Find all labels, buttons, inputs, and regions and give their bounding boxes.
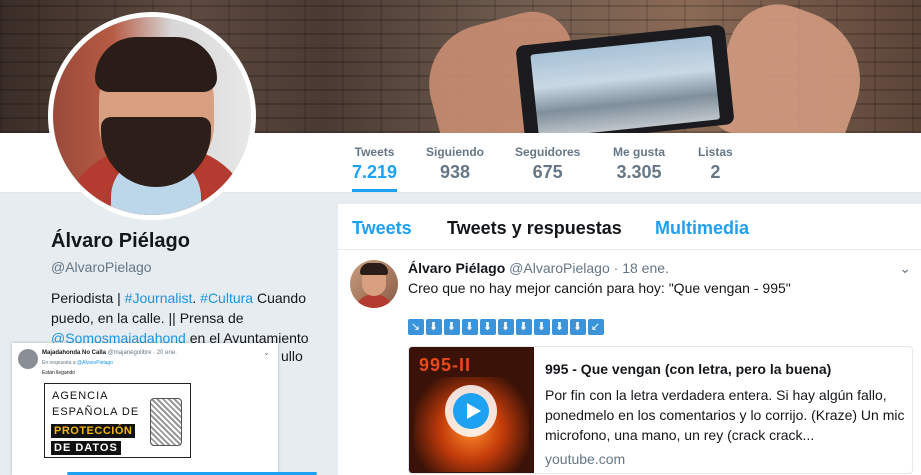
tweet-header: Álvaro Piélago @AlvaroPielago · 18 ene.	[408, 260, 669, 276]
arrow-down-icon: ⬇	[426, 319, 442, 335]
nav-likes-count: 3.305	[616, 162, 662, 182]
overlay-reply-prefix: En respuesta a	[42, 360, 78, 366]
avatar-hair	[95, 37, 217, 92]
card-domain: youtube.com	[545, 451, 626, 467]
overlay-image-line: ESPAÑOLA DE	[52, 406, 140, 418]
nav-lists-label: Listas	[698, 145, 733, 159]
arrow-down-icon: ⬇	[462, 319, 478, 335]
play-button-circle	[453, 393, 489, 429]
arrow-down-icon: ⬇	[570, 319, 586, 335]
arrow-down-icon: ⬇	[444, 319, 460, 335]
nav-following-count: 938	[439, 162, 471, 182]
arrow-down-icon: ⬇	[498, 319, 514, 335]
timeline-tabs: Tweets Tweets y respuestas Multimedia	[338, 204, 921, 250]
nav-lists[interactable]: Listas 2	[698, 145, 733, 183]
overlay-header: Majadahonda No Calla @majanegolibre · 20…	[42, 350, 177, 356]
arrow-down-icon: ⬇	[534, 319, 550, 335]
card-title[interactable]: 995 - Que vengan (con letra, pero la bue…	[545, 361, 831, 377]
overlay-image-line: PROTECCIÓN	[51, 424, 136, 438]
card-thumbnail[interactable]: 995-II	[409, 347, 534, 473]
overlay-image-line: DE DATOS	[51, 441, 121, 455]
tweet-author-name[interactable]: Álvaro Piélago	[408, 260, 505, 276]
tweet-arrow-emojis: ↘ ⬇ ⬇ ⬇ ⬇ ⬇ ⬇ ⬇ ⬇ ⬇ ↙	[408, 318, 606, 335]
tweet-date[interactable]: · 18 ene.	[614, 260, 669, 276]
chevron-down-icon[interactable]: ⌄	[899, 260, 911, 277]
play-triangle	[467, 403, 481, 419]
arrow-down-icon: ⬇	[516, 319, 532, 335]
nav-tweets[interactable]: Tweets 7.219	[352, 145, 398, 192]
play-icon[interactable]	[445, 385, 497, 437]
nav-lists-count: 2	[710, 162, 721, 182]
nav-tweets-count: 7.219	[352, 162, 398, 182]
overlay-reply-mention: @AlvaroPielago	[77, 360, 113, 366]
banner-phone-screen	[530, 35, 721, 133]
bio-text: Periodista |	[51, 290, 125, 306]
profile-name[interactable]: Álvaro Piélago	[51, 230, 190, 253]
nav-followers-count: 675	[532, 162, 563, 182]
overlay-text: Están llegando	[42, 370, 76, 376]
tweet-text: Creo que no hay mejor canción para hoy: …	[408, 280, 791, 296]
tweet-avatar-shirt	[354, 294, 394, 308]
overlay-reply-line: En respuesta a @AlvaroPielago	[42, 360, 113, 366]
arrow-down-icon: ⬇	[480, 319, 496, 335]
thumbnail-text: 995-II	[419, 355, 472, 375]
nav-followers-label: Seguidores	[515, 145, 581, 159]
bio-tail-text: ullo	[281, 348, 303, 364]
nav-following-label: Siguiendo	[426, 145, 484, 159]
overlay-avatar	[18, 349, 38, 369]
nav-likes[interactable]: Me gusta 3.305	[613, 145, 665, 183]
overlay-author-name: Majadahonda No Calla	[42, 350, 107, 356]
profile-bio: Periodista | #Journalist. #Cultura Cuand…	[51, 288, 321, 348]
arrow-down-left-icon: ↙	[588, 319, 604, 335]
tweet-author-handle[interactable]: @AlvaroPielago	[509, 260, 610, 276]
card-description: Por fin con la letra verdadera entera. S…	[545, 387, 905, 443]
nav-tweets-label: Tweets	[354, 145, 395, 159]
chevron-down-icon: ⌄	[263, 348, 270, 357]
embedded-tweet-screenshot: Majadahonda No Calla @majanegolibre · 20…	[12, 343, 317, 475]
bio-text: .	[192, 290, 201, 306]
tab-media[interactable]: Multimedia	[655, 218, 749, 239]
arrow-down-icon: ⬇	[552, 319, 568, 335]
nav-followers[interactable]: Seguidores 675	[515, 145, 580, 183]
nav-following[interactable]: Siguiendo 938	[426, 145, 484, 183]
nav-likes-label: Me gusta	[613, 145, 666, 159]
bio-hashtag-cultura[interactable]: #Cultura	[200, 290, 253, 306]
overlay-image-line: AGENCIA	[52, 390, 109, 402]
arrow-down-right-icon: ↘	[408, 319, 424, 335]
timeline: Tweets Tweets y respuestas Multimedia Ál…	[338, 204, 921, 475]
tweet-avatar[interactable]	[350, 260, 398, 308]
coat-of-arms-icon	[150, 398, 182, 446]
overlay-handle: @majanegolibre · 20 ene.	[107, 350, 177, 356]
profile-handle[interactable]: @AlvaroPielago	[51, 259, 152, 275]
tab-tweets-replies[interactable]: Tweets y respuestas	[447, 218, 622, 239]
link-card[interactable]: 995-II 995 - Que vengan (con letra, pero…	[408, 346, 913, 474]
tweet-avatar-hair	[360, 263, 388, 275]
overlay-image: AGENCIA ESPAÑOLA DE PROTECCIÓN DE DATOS	[44, 383, 191, 458]
profile-avatar[interactable]	[48, 12, 256, 220]
bio-hashtag-journalist[interactable]: #Journalist	[125, 290, 193, 306]
tab-tweets[interactable]: Tweets	[352, 218, 412, 239]
